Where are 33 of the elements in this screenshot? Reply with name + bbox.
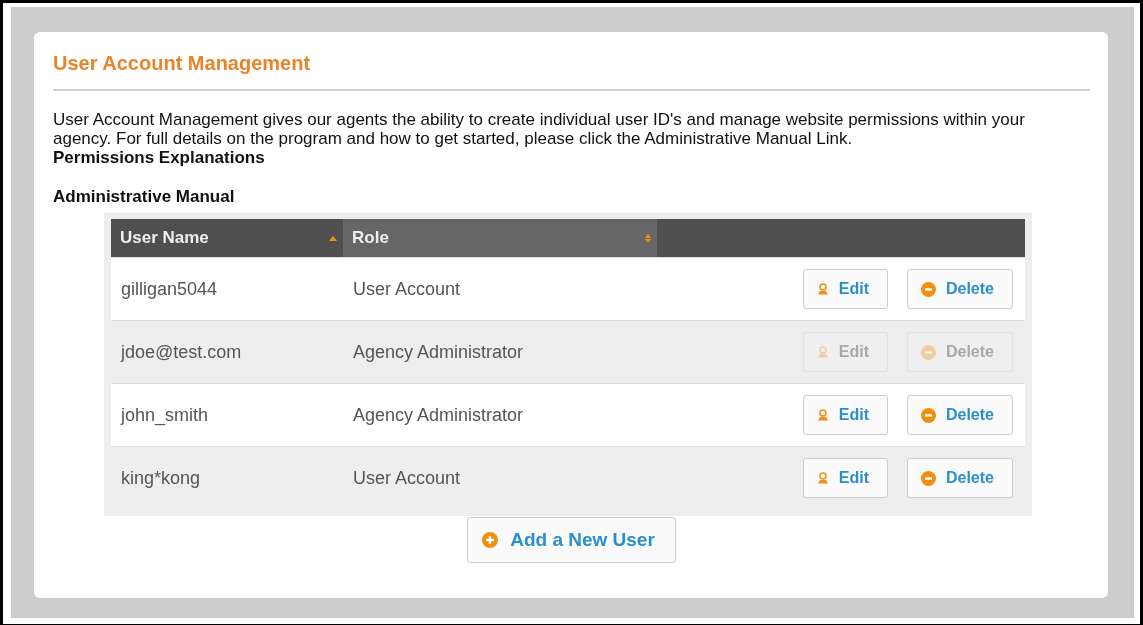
- table-cell-text: Agency Administrator: [352, 341, 525, 363]
- column-header[interactable]: Role: [343, 219, 657, 257]
- user-icon: [816, 283, 829, 295]
- table-cell-text: jdoe@test.com: [119, 341, 243, 363]
- table-cell-text: king*kong: [120, 467, 202, 489]
- manual-link[interactable]: Administrative Manual: [53, 187, 235, 207]
- add-user-button[interactable]: Add a New User: [467, 517, 676, 563]
- delete-button[interactable]: Delete: [906, 269, 1013, 309]
- column-label: Role: [352, 228, 389, 248]
- table-cell-text: gilligan5044: [120, 278, 219, 300]
- page-title: User Account Management: [53, 52, 1090, 91]
- table-cell-text: User Account: [352, 278, 462, 300]
- edit-button[interactable]: Edit: [802, 269, 888, 309]
- table-cell-text: Agency Administrator: [352, 404, 525, 426]
- minus-circle-icon: [920, 281, 936, 297]
- delete-button[interactable]: Delete: [906, 395, 1013, 435]
- sort-icon: [645, 233, 651, 243]
- delete-button[interactable]: Delete: [906, 458, 1013, 498]
- user-icon: [816, 472, 829, 484]
- sort-ascending-icon: [329, 235, 337, 241]
- table-cell-text: john_smith: [119, 404, 210, 426]
- plus-circle-icon: [482, 532, 499, 548]
- user-icon: [816, 409, 829, 421]
- minus-circle-icon: [920, 470, 936, 486]
- intro-paragraph: User Account Management gives our agents the ability to create individual user ID's and manage website permissions within your agency. For full details on the program and how to get started, please click the Administrative Manual Link.: [53, 110, 1026, 148]
- edit-button[interactable]: Edit: [802, 458, 888, 498]
- minus-circle-icon: [920, 344, 936, 360]
- permissions-link[interactable]: Permissions Explanations: [53, 148, 265, 168]
- table-cell-text: User Account: [352, 467, 462, 489]
- edit-button[interactable]: Edit: [802, 395, 888, 435]
- column-label: User Name: [120, 228, 209, 248]
- user-icon: [816, 346, 829, 358]
- minus-circle-icon: [920, 407, 936, 423]
